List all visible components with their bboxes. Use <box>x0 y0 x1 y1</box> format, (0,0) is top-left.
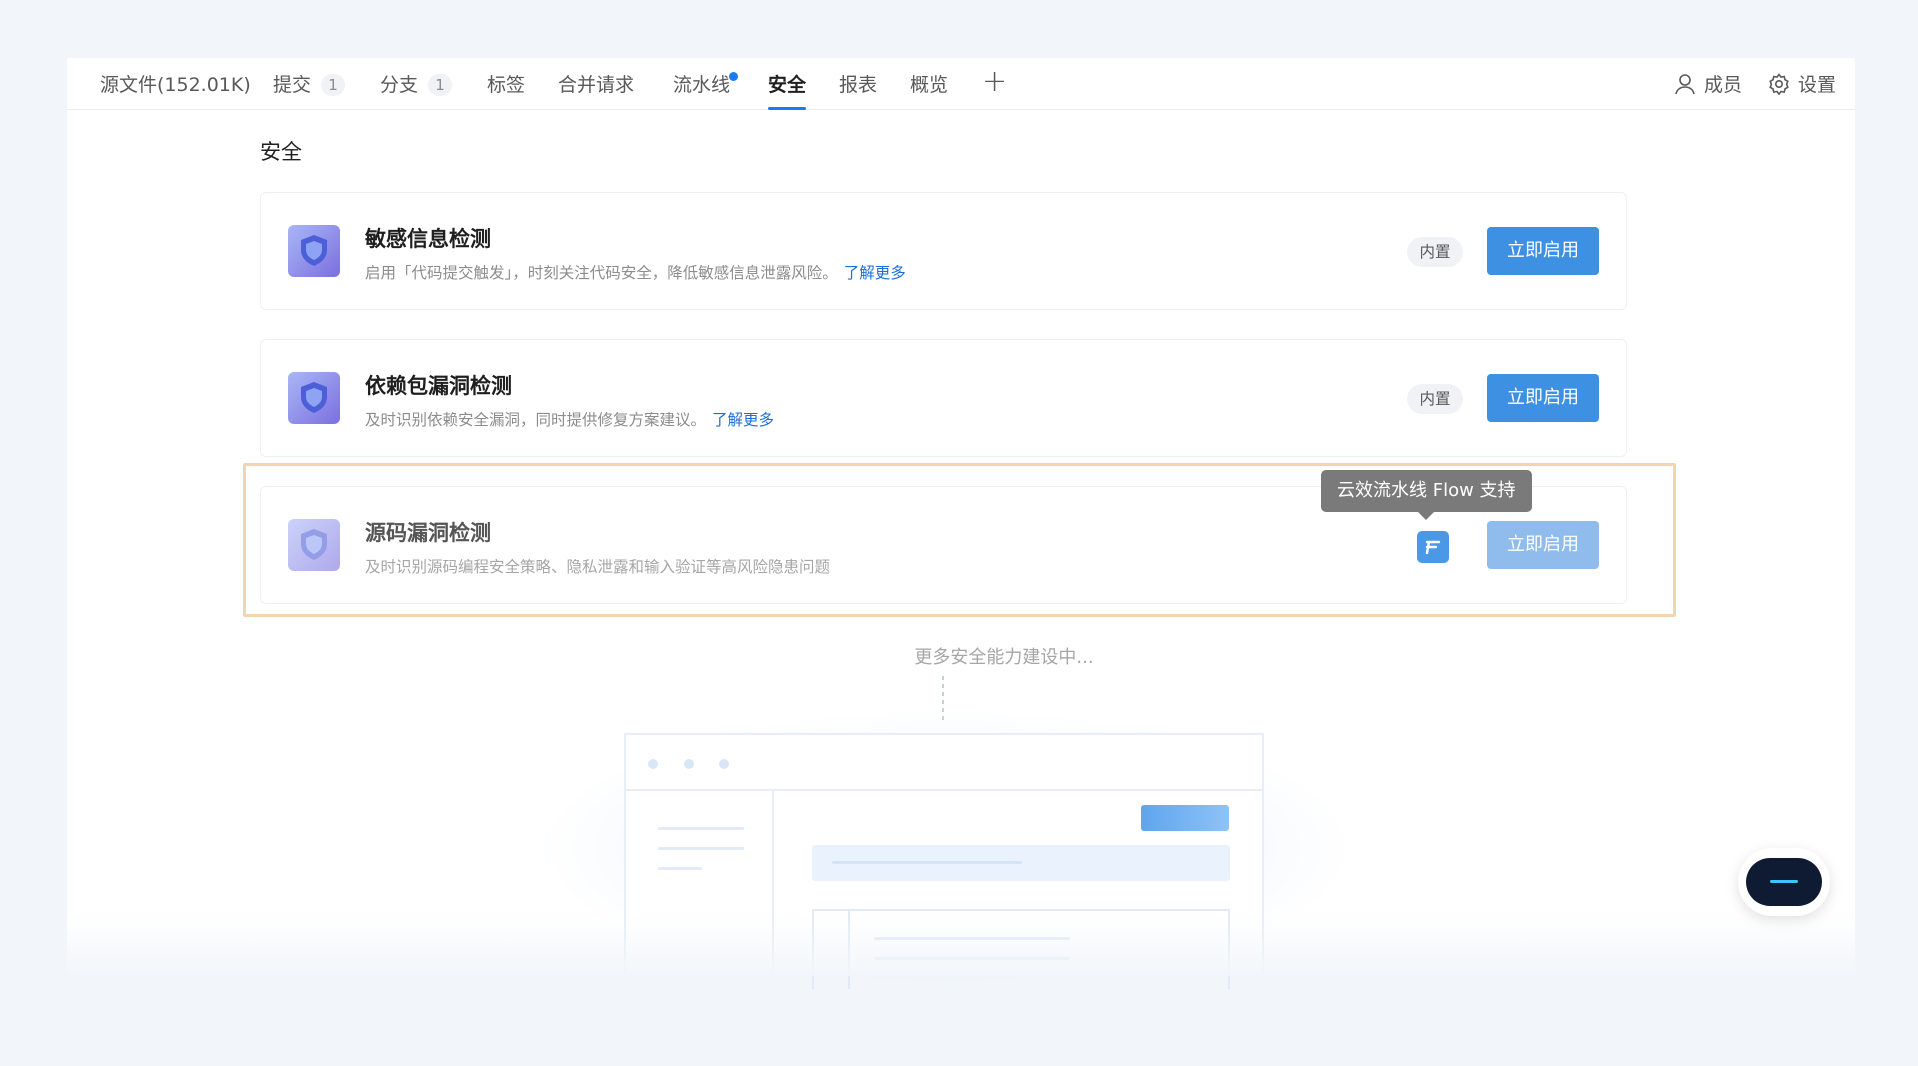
user-icon <box>1675 73 1695 94</box>
enable-button[interactable]: 立即启用 <box>1487 374 1599 422</box>
placeholder-illustration <box>624 733 1264 989</box>
description-text: 及时识别依赖安全漏洞，同时提供修复方案建议。 <box>365 411 707 429</box>
illustration-titlebar <box>626 735 1262 791</box>
shield-icon <box>288 372 340 424</box>
security-card-dependency-vuln: 依赖包漏洞检测 及时识别依赖安全漏洞，同时提供修复方案建议。 了解更多 内置 立即… <box>260 339 1627 457</box>
card-title: 依赖包漏洞检测 <box>365 374 512 398</box>
learn-more-link[interactable]: 了解更多 <box>712 411 774 429</box>
sidebar-line <box>658 827 744 830</box>
add-tab-plus-icon[interactable]: + <box>982 64 1007 99</box>
tab-label: 合并请求 <box>558 74 635 96</box>
card-description: 启用「代码提交触发」，时刻关注代码安全，降低敏感信息泄露风险。 了解更多 <box>365 261 906 283</box>
tab-label: 报表 <box>839 74 878 96</box>
tab-reports[interactable]: 报表 <box>839 70 877 110</box>
window-dot <box>719 759 729 769</box>
table-line <box>874 937 1070 940</box>
tab-merge-requests[interactable]: 合并请求 <box>558 70 634 110</box>
settings-label: 设置 <box>1798 74 1837 96</box>
tab-overview[interactable]: 概览 <box>910 70 948 110</box>
enable-button[interactable]: 立即启用 <box>1487 227 1599 275</box>
search-line <box>832 861 1022 864</box>
tab-branches[interactable]: 分支 1 <box>380 70 453 110</box>
count-badge: 1 <box>428 74 453 96</box>
members-button[interactable]: 成员 <box>1674 70 1742 97</box>
window-dot <box>684 759 694 769</box>
notification-dot <box>729 72 739 81</box>
builtin-tag: 内置 <box>1407 237 1463 267</box>
bot-smile <box>1770 880 1798 883</box>
tab-tags[interactable]: 标签 <box>487 70 525 110</box>
illustration-button <box>1141 805 1229 831</box>
count-badge: 1 <box>321 74 346 96</box>
table-divider <box>848 911 850 989</box>
security-card-sensitive-info: 敏感信息检测 启用「代码提交触发」，时刻关注代码安全，降低敏感信息泄露风险。 了解… <box>260 192 1627 310</box>
tab-commits[interactable]: 提交 1 <box>273 70 346 110</box>
main-panel: 源文件(152.01K) 提交 1 分支 1 标签 合并请求 流水线 安全 报表 概… <box>67 58 1855 989</box>
builtin-tag: 内置 <box>1407 384 1463 414</box>
illustration-search-bar <box>812 845 1230 881</box>
tab-label: 概览 <box>910 74 949 96</box>
sidebar-line <box>658 867 702 870</box>
flow-support-tooltip: 云效流水线 Flow 支持 <box>1321 470 1532 520</box>
description-text: 启用「代码提交触发」，时刻关注代码安全，降低敏感信息泄露风险。 <box>365 264 838 282</box>
sidebar-line <box>658 847 744 850</box>
assistant-bot-icon[interactable] <box>1738 848 1830 916</box>
repo-tab-bar: 源文件(152.01K) 提交 1 分支 1 标签 合并请求 流水线 安全 报表 概… <box>67 58 1855 110</box>
shield-icon <box>288 225 340 277</box>
members-label: 成员 <box>1704 74 1743 96</box>
card-description: 及时识别依赖安全漏洞，同时提供修复方案建议。 了解更多 <box>365 408 774 430</box>
tab-source-files[interactable]: 源文件(152.01K) <box>100 70 251 110</box>
window-dot <box>648 759 658 769</box>
tab-label: 源文件(152.01K) <box>100 74 251 96</box>
tab-label: 流水线 <box>673 74 731 96</box>
learn-more-link[interactable]: 了解更多 <box>844 264 906 282</box>
section-title: 安全 <box>260 140 302 164</box>
illustration-table <box>812 909 1230 989</box>
more-coming-text: 更多安全能力建设中... <box>914 647 1094 668</box>
tab-security[interactable]: 安全 <box>768 70 807 110</box>
tab-pipelines[interactable]: 流水线 <box>673 70 739 110</box>
tab-label: 标签 <box>487 74 526 96</box>
tab-label: 分支 <box>380 74 419 96</box>
gear-icon <box>1769 72 1789 95</box>
bot-face <box>1746 858 1822 906</box>
tab-label: 提交 <box>273 74 312 96</box>
card-title: 敏感信息检测 <box>365 227 491 251</box>
tab-label: 安全 <box>768 74 807 96</box>
table-line <box>874 957 1070 960</box>
settings-button[interactable]: 设置 <box>1768 70 1836 97</box>
illustration-sidebar <box>626 791 774 973</box>
